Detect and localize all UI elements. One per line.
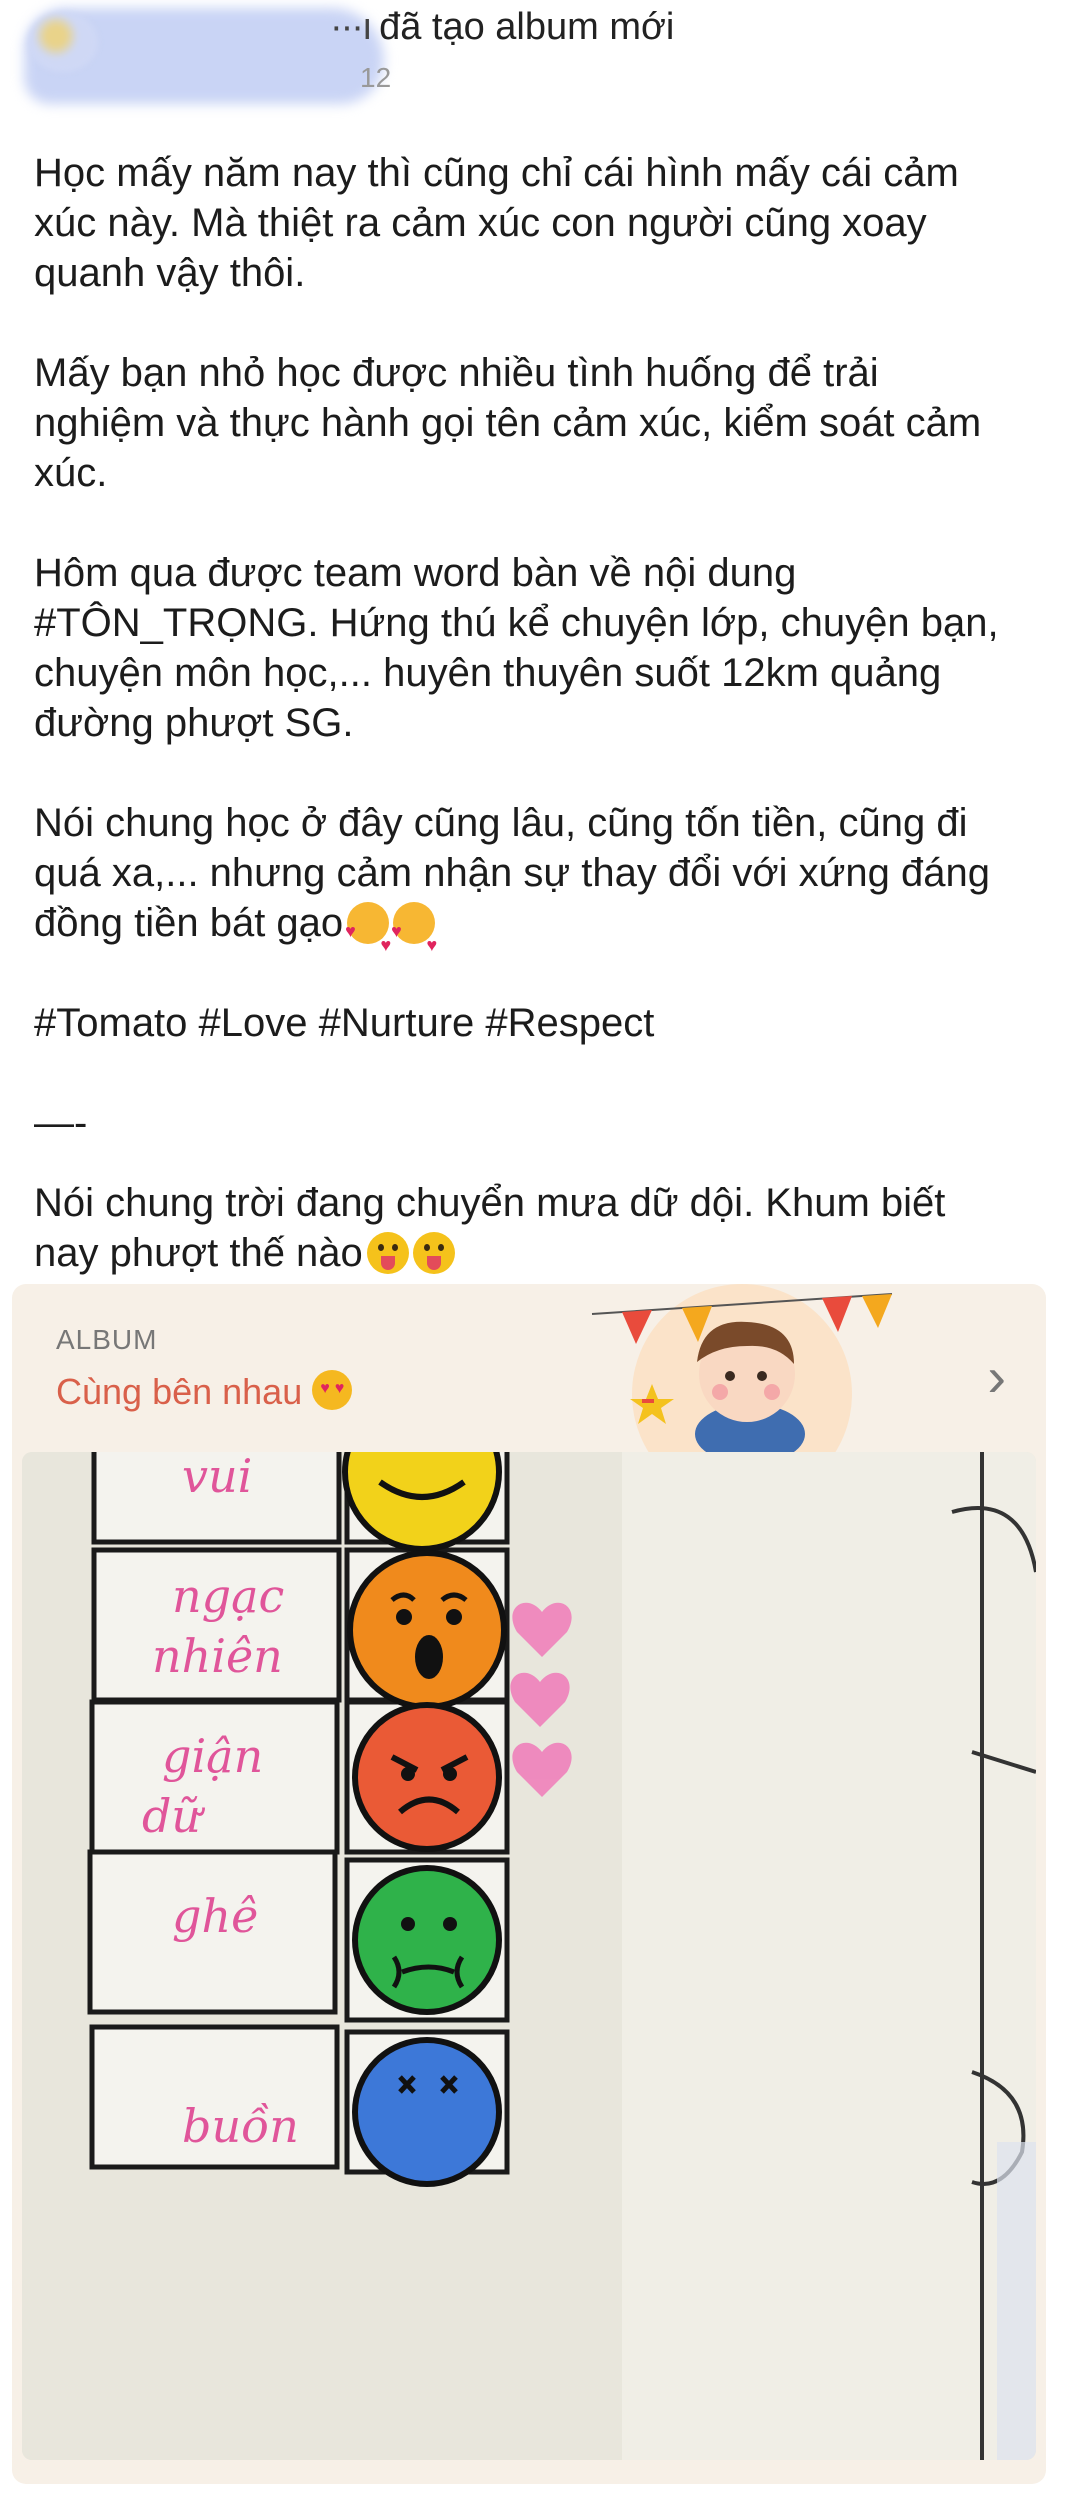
pink-hearts-drawing [510,1602,572,1797]
chevron-right-icon[interactable]: › [987,1344,1006,1409]
post-paragraph-1: Học mấy năm nay thì cũng chỉ cái hình mấ… [34,151,959,295]
post-hashtags[interactable]: #Tomato #Love #Nurture #Respect [34,998,1034,1048]
smiling-face-with-hearts-icon [345,902,391,970]
sad-face-drawing [352,2037,502,2187]
album-photo[interactable]: vui ngạc nhiên giận dữ ghê buồn [22,1452,1036,2460]
album-title-text: Cùng bên nhau [56,1371,303,1412]
emotion-worksheet-image: vuingạc nhiêngiận dữghêbuồn [22,1452,1036,2460]
post-timestamp: 12 [360,62,392,93]
handwritten-label: buồn [182,2099,299,2153]
post-separator: —- [34,1101,88,1145]
disgust-face-drawing [352,1865,502,2015]
post-paragraph-2: Mấy bạn nhỏ học được nhiều tình huống để… [34,351,982,495]
album-card[interactable]: ALBUM Cùng bên nhau › [12,1284,1046,2484]
post-header: ···ı đã tạo album mới 12 [0,0,1069,110]
album-title[interactable]: Cùng bên nhau [56,1370,353,1413]
album-label: ALBUM [56,1324,158,1355]
post-paragraph-4: Nói chung học ở đây cũng lâu, cũng tốn t… [34,798,1034,970]
handwritten-label: ghê [172,1889,258,1943]
post-paragraph-5-text: Nói chung trời đang chuyển mưa dữ dội. K… [34,1181,946,1275]
angry-face-drawing [352,1702,502,1852]
heart-eyes-icon [312,1370,353,1410]
avatar[interactable] [28,12,98,72]
album-cover-illustration [591,1284,893,1454]
face-with-tongue-icon [366,1232,409,1274]
post-paragraph-5: Nói chung trời đang chuyển mưa dữ dội. K… [34,1178,1034,1278]
post-paragraph-4-text: Nói chung học ở đây cũng lâu, cũng tốn t… [34,801,991,945]
post-action-text: ···ı đã tạo album mới [330,6,675,48]
surprised-face-drawing [347,1550,507,1710]
smiling-face-with-hearts-icon [391,902,437,970]
post-body: Học mấy năm nay thì cũng chỉ cái hình mấ… [34,148,1034,1328]
handwritten-label: vui [182,1452,252,1503]
face-with-tongue-icon [412,1232,455,1274]
post-action: đã tạo album mới [379,6,675,48]
post-paragraph-3: Hôm qua được team word bàn về nội dung #… [34,551,999,745]
